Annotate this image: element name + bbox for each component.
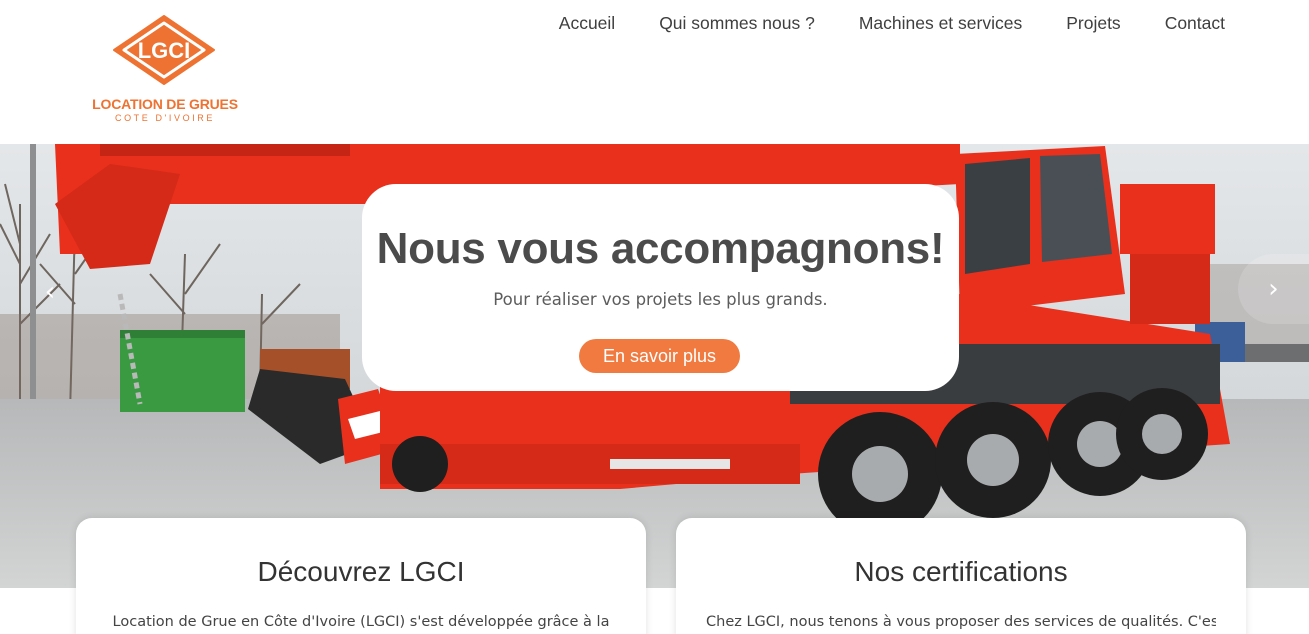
hero-caption: Nous vous accompagnons! Pour réaliser vo…: [362, 184, 959, 391]
hero-title: Nous vous accompagnons!: [376, 224, 945, 273]
nav-item-machines-et-services[interactable]: Machines et services: [815, 12, 1022, 34]
logo-subtitle: COTE D'IVOIRE: [114, 113, 216, 123]
hero-subtitle: Pour réaliser vos projets les plus grand…: [493, 290, 828, 309]
en-savoir-plus-button[interactable]: En savoir plus: [579, 339, 740, 373]
main-nav: Accueil Qui sommes nous ? Machines et se…: [559, 12, 1225, 34]
card-title: Nos certifications: [854, 556, 1068, 587]
chevron-right-icon: ›: [1268, 274, 1279, 304]
logo[interactable]: LGCI LOCATION DE GRUES COTE D'IVOIRE: [84, 14, 246, 126]
slider-prev-button[interactable]: ‹: [32, 274, 68, 310]
logo-diamond-icon: LGCI: [113, 15, 215, 85]
nav-item-qui-sommes-nous[interactable]: Qui sommes nous ?: [615, 12, 815, 34]
card-title: Découvrez LGCI: [257, 556, 465, 587]
logo-mark-text: LGCI: [138, 38, 191, 63]
card-decouvrez-lgci: Découvrez LGCI Location de Grue en Côte …: [76, 518, 646, 634]
site-header: LGCI LOCATION DE GRUES COTE D'IVOIRE Acc…: [0, 0, 1309, 144]
logo-title: LOCATION DE GRUES: [92, 96, 238, 112]
card-text: Location de Grue en Côte d'Ivoire (LGCI)…: [112, 614, 610, 630]
nav-item-accueil[interactable]: Accueil: [559, 12, 615, 34]
slider-next-button[interactable]: ›: [1238, 254, 1309, 324]
chevron-left-icon: ‹: [44, 277, 56, 307]
card-text: Chez LGCI, nous tenons à vous proposer d…: [706, 614, 1216, 630]
nav-item-projets[interactable]: Projets: [1022, 12, 1120, 34]
card-nos-certifications: Nos certifications Chez LGCI, nous tenon…: [676, 518, 1246, 634]
nav-item-contact[interactable]: Contact: [1121, 12, 1225, 34]
